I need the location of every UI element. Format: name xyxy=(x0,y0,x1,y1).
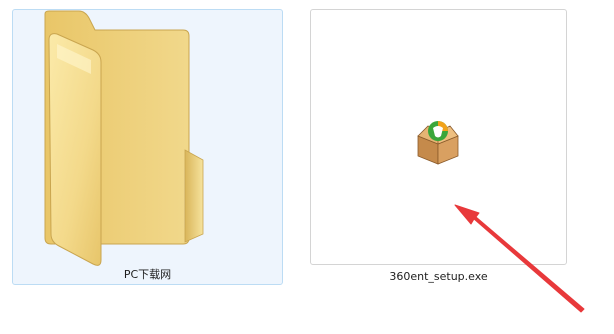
folder-name: PC下载网 xyxy=(123,268,172,281)
folder-item[interactable]: PC下载网 xyxy=(12,9,283,285)
exe-file-name: 360ent_setup.exe xyxy=(389,270,488,283)
exe-file-item[interactable]: 360ent_setup.exe xyxy=(310,9,567,283)
folder-icon xyxy=(44,10,204,266)
installer-package-icon xyxy=(417,121,459,165)
file-view: PC下载网 360ent_setup.exe xyxy=(0,0,614,334)
